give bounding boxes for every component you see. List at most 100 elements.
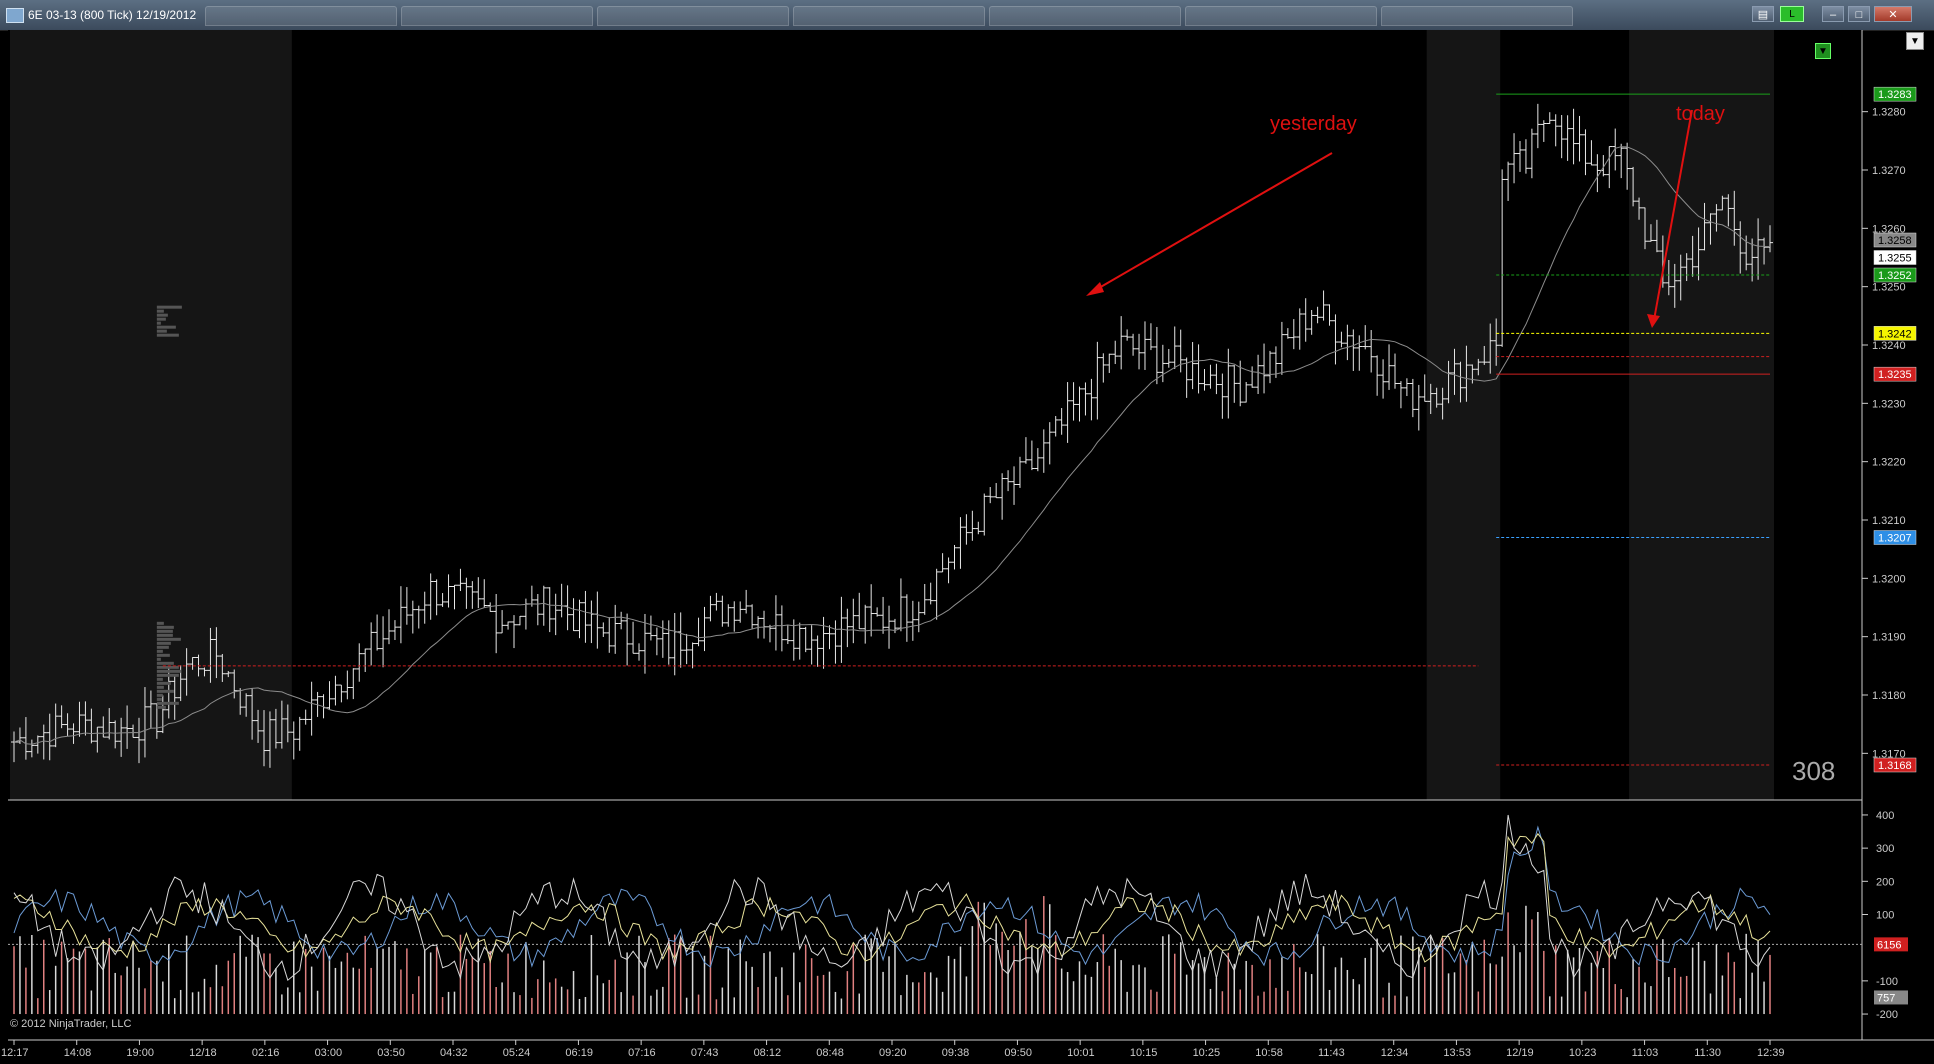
window-tab[interactable] [597,6,789,26]
minimize-button[interactable]: – [1822,6,1844,22]
indicator-tick-label: 300 [1876,843,1894,855]
profile-row [156,661,174,665]
profile-row [156,689,174,693]
tick-counter: 308 [1792,756,1836,786]
time-tick-label: 03:50 [377,1047,405,1059]
close-button[interactable]: ✕ [1874,6,1912,22]
indicator-tick-label: -200 [1876,1009,1898,1021]
time-tick-label: 07:43 [691,1047,719,1059]
profile-row [156,321,161,325]
chart-dropdown-button[interactable]: ▼ [1906,32,1924,50]
annotation-yesterday: yesterday [1270,113,1357,135]
price-label-box: 1.3242 [1873,326,1917,341]
price-label-text: 1.3255 [1878,253,1912,265]
price-tick-label: 1.3190 [1872,632,1906,644]
live-button[interactable]: L [1780,6,1804,22]
time-tick-label: 04:32 [440,1047,468,1059]
window-tab[interactable] [401,6,593,26]
price-label-text: 1.3242 [1878,328,1912,340]
profile-row [156,325,176,329]
profile-row [156,329,167,333]
time-tick-label: 11:43 [1318,1047,1345,1059]
price-label-box: 1.3283 [1873,86,1917,102]
indicator-label-box: 6156 [1874,937,1908,952]
time-tick-label: 11:03 [1632,1047,1659,1059]
profile-row [156,305,182,309]
time-tick-label: 06:19 [565,1047,593,1059]
price-tick-label: 1.3280 [1872,107,1906,119]
indicator-tick-label: 200 [1876,876,1894,888]
time-tick-label: 02:16 [252,1047,280,1059]
profile-row [156,701,179,705]
window-tab[interactable] [793,6,985,26]
profile-row [156,641,171,645]
time-tick-label: 08:12 [754,1047,782,1059]
indicator-tick-label: -100 [1876,976,1898,988]
time-tick-label: 10:25 [1193,1047,1221,1059]
window-tab[interactable] [989,6,1181,26]
window-titlebar: 6E 03-13 (800 Tick) 12/19/2012 ▤ L – □ ✕ [0,0,1934,31]
indicator-tick-label: 100 [1876,910,1894,922]
chart-properties-button[interactable]: ▤ [1752,6,1774,22]
time-tick-label: 12/19 [1506,1047,1534,1059]
profile-row [156,685,164,689]
time-tick-label: 19:00 [126,1047,154,1059]
price-tick-label: 1.3200 [1872,573,1906,585]
indicator-label-text: 6156 [1877,939,1901,951]
price-tick-label: 1.3180 [1872,690,1906,702]
time-tick-label: 12:17 [1,1047,29,1059]
profile-row [156,333,179,337]
window-title: 6E 03-13 (800 Tick) 12/19/2012 [28,8,197,22]
price-label-text: 1.3235 [1878,369,1912,381]
profile-row [156,677,163,681]
time-tick-label: 10:01 [1067,1047,1095,1059]
taskbar-tabs [205,6,1577,26]
time-tick-label: 10:15 [1130,1047,1158,1059]
order-marker-icon[interactable]: ▼ [1815,43,1831,59]
profile-row [156,657,161,661]
price-label-text: 1.3168 [1878,760,1912,772]
price-chart[interactable]: yesterday today1.31701.31801.31901.32001.… [0,30,1934,1064]
time-tick-label: 12:34 [1381,1047,1409,1059]
price-tick-label: 1.3220 [1872,457,1906,469]
profile-row [156,693,163,697]
time-tick-label: 09:20 [879,1047,907,1059]
profile-row [156,645,169,649]
time-tick-label: 11:30 [1694,1047,1721,1059]
window-tab[interactable] [1381,6,1573,26]
price-label-text: 1.3252 [1878,270,1912,282]
indicator-label-text: 757 [1877,992,1895,1004]
time-tick-label: 08:48 [816,1047,844,1059]
session-shade [1629,30,1774,800]
copyright-text: © 2012 NinjaTrader, LLC [10,1018,132,1030]
time-tick-label: 03:00 [315,1047,343,1059]
profile-row [156,309,164,313]
price-label-box: 1.3235 [1873,366,1917,382]
window-tab[interactable] [205,6,397,26]
profile-row [156,637,181,641]
profile-row [156,669,181,673]
time-tick-label: 12/18 [189,1047,217,1059]
profile-row [156,653,170,657]
price-label-box: 1.3168 [1873,757,1917,773]
maximize-button[interactable]: □ [1848,6,1870,22]
price-tick-label: 1.3240 [1872,340,1906,352]
time-tick-label: 07:16 [628,1047,656,1059]
window-tab[interactable] [1185,6,1377,26]
price-label-box: 1.3207 [1873,530,1917,545]
profile-row [156,633,173,637]
price-label-box: 1.3255 [1873,250,1917,265]
time-tick-label: 12:39 [1757,1047,1785,1059]
price-tick-label: 1.3210 [1872,515,1906,527]
profile-row [156,621,164,625]
profile-row [156,673,179,677]
time-tick-label: 09:50 [1004,1047,1032,1059]
time-tick-label: 10:58 [1255,1047,1283,1059]
time-tick-label: 14:08 [64,1047,92,1059]
profile-row [156,649,163,653]
profile-row [156,681,171,685]
price-tick-label: 1.3250 [1872,282,1906,294]
profile-row [156,317,166,321]
indicator-label-box: 757 [1874,990,1908,1005]
price-label-text: 1.3258 [1878,235,1912,247]
